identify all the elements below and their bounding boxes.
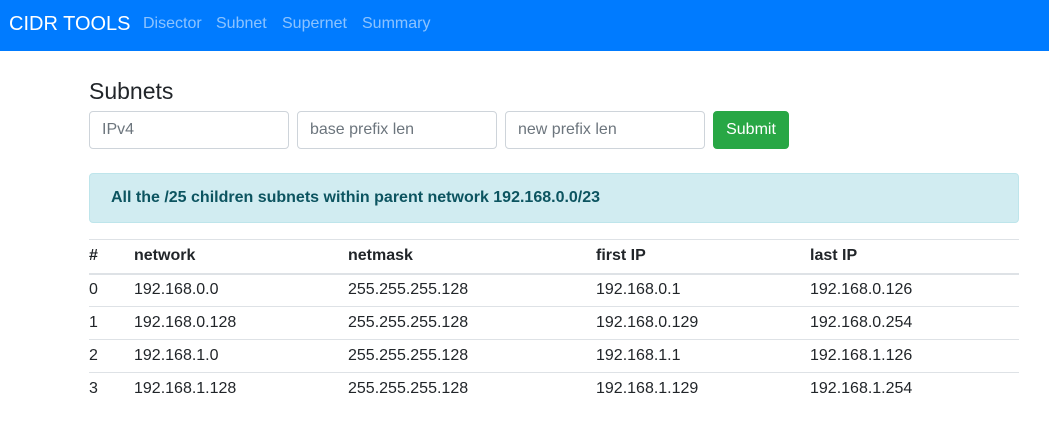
table-header-row: # network netmask first IP last IP <box>89 239 1019 275</box>
column-header-index: # <box>89 239 134 275</box>
table-row: 2 192.168.1.0 255.255.255.128 192.168.1.… <box>89 339 1019 373</box>
cell-index: 2 <box>89 339 134 373</box>
cell-last-ip: 192.168.1.254 <box>810 372 1019 406</box>
cell-netmask: 255.255.255.128 <box>348 372 596 406</box>
cell-index: 1 <box>89 306 134 340</box>
cell-netmask: 255.255.255.128 <box>348 281 469 299</box>
column-header-netmask: netmask <box>348 239 596 275</box>
cell-last-ip: 192.168.1.126 <box>810 339 1019 373</box>
nav-link-subnet[interactable]: Subnet <box>216 15 267 33</box>
nav-link-supernet[interactable]: Supernet <box>282 15 347 33</box>
nav-link-summary[interactable]: Summary <box>362 15 430 33</box>
new-prefix-input[interactable] <box>505 111 705 149</box>
table-row: 3 192.168.1.128 255.255.255.128 192.168.… <box>89 372 1019 406</box>
page-title: Subnets <box>89 78 174 104</box>
navbar: CIDR TOOLS Disector Subnet Supernet Summ… <box>0 0 1049 51</box>
cell-first-ip: 192.168.0.1 <box>596 281 681 299</box>
submit-button[interactable]: Submit <box>713 111 789 149</box>
nav-link-disector[interactable]: Disector <box>143 15 202 33</box>
cell-first-ip: 192.168.0.129 <box>596 306 810 340</box>
cell-index: 0 <box>89 281 98 299</box>
cell-network: 192.168.1.128 <box>134 372 348 406</box>
cell-first-ip: 192.168.1.1 <box>596 339 810 373</box>
ipv4-input[interactable] <box>89 111 289 149</box>
cell-last-ip: 192.168.0.254 <box>810 306 1019 340</box>
table-row: 0 192.168.0.0 255.255.255.128 192.168.0.… <box>89 274 1019 307</box>
cell-netmask: 255.255.255.128 <box>348 306 596 340</box>
cell-network: 192.168.0.0 <box>134 281 219 299</box>
cell-netmask: 255.255.255.128 <box>348 339 596 373</box>
table-row: 1 192.168.0.128 255.255.255.128 192.168.… <box>89 306 1019 340</box>
cell-index: 3 <box>89 372 134 406</box>
column-header-network: network <box>134 239 348 275</box>
base-prefix-input[interactable] <box>297 111 497 149</box>
cell-first-ip: 192.168.1.129 <box>596 372 810 406</box>
brand-logo[interactable]: CIDR TOOLS <box>9 12 131 36</box>
column-header-first-ip: first IP <box>596 239 810 275</box>
result-alert: All the /25 children subnets within pare… <box>89 173 1019 223</box>
cell-network: 192.168.1.0 <box>134 339 348 373</box>
cell-network: 192.168.0.128 <box>134 306 348 340</box>
column-header-last-ip: last IP <box>810 239 1019 275</box>
cell-last-ip: 192.168.0.126 <box>810 281 913 299</box>
subnets-table: # network netmask first IP last IP 0 192… <box>89 239 1019 406</box>
